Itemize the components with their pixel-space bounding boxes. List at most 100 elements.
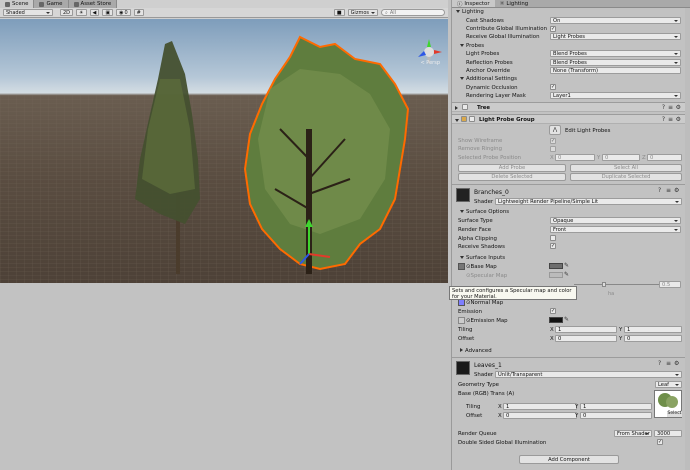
select-texture-button[interactable]: Select (667, 411, 682, 417)
render-face-dropdown[interactable]: Front (550, 226, 681, 233)
shader-dropdown[interactable]: Lightweight Render Pipeline/Simple Lit (495, 198, 682, 205)
help-icon[interactable]: ? (658, 187, 661, 194)
scene-viewport[interactable]: < Persp (0, 19, 448, 283)
help-icon[interactable]: ? (662, 116, 665, 123)
camera-icon: ■ (336, 9, 342, 16)
gear-icon[interactable]: ⚙ (674, 187, 679, 194)
contribute-gi-checkbox[interactable]: ✓ (550, 26, 556, 32)
cast-shadows-dropdown[interactable]: On (550, 17, 681, 24)
gizmos-dropdown[interactable]: Gizmos (347, 9, 378, 16)
delete-selected-button[interactable]: Delete Selected (458, 173, 566, 181)
preset-icon[interactable]: ≡ (666, 360, 671, 367)
probe-z-field[interactable]: 0 (647, 154, 682, 161)
emission-color-swatch[interactable] (549, 317, 563, 323)
tiling-y-field[interactable]: 1 (624, 326, 682, 333)
render-queue-field[interactable]: 3000 (654, 430, 682, 437)
duplicate-selected-button[interactable]: Duplicate Selected (570, 173, 682, 181)
gear-icon[interactable]: ⚙ (676, 116, 681, 123)
tiling-y-field[interactable]: 1 (580, 403, 652, 410)
tiling-x-field[interactable]: 1 (503, 403, 577, 410)
eyedropper-icon[interactable]: ✎ (564, 271, 569, 278)
additional-settings-foldout[interactable]: Additional Settings (460, 76, 517, 82)
base-texture-slot[interactable]: Select (654, 390, 682, 418)
preset-icon[interactable]: ≡ (668, 116, 673, 123)
shader-dropdown[interactable]: Unlit/Transparent (495, 371, 682, 378)
perspective-label[interactable]: < Persp (420, 60, 440, 66)
inspector-scrollbar[interactable] (685, 8, 690, 470)
material-branches-header[interactable]: Branches_0 ? ≡ ⚙ Shader Lightweight Rend… (452, 184, 685, 208)
gear-icon[interactable]: ⚙ (674, 360, 679, 367)
anchor-override-field[interactable]: None (Transform) (550, 67, 681, 74)
reflection-probes-dropdown[interactable]: Blend Probes (550, 59, 681, 66)
preset-icon[interactable]: ≡ (668, 104, 673, 111)
hidden-objects-toggle[interactable]: ◉ 0 (116, 9, 131, 16)
offset-x-label: X (498, 413, 502, 419)
receive-gi-dropdown[interactable]: Light Probes (550, 33, 681, 40)
tab-lighting[interactable]: ☼ Lighting (495, 0, 534, 7)
probes-foldout[interactable]: Probes (460, 43, 484, 49)
eyedropper-icon[interactable]: ✎ (564, 262, 569, 269)
offset-x-field[interactable]: 0 (555, 335, 617, 342)
tiling-x-field[interactable]: 1 (555, 326, 617, 333)
show-wireframe-checkbox[interactable]: ✓ (550, 138, 556, 144)
alpha-clipping-checkbox[interactable] (550, 235, 556, 241)
light-probes-dropdown[interactable]: Blend Probes (550, 50, 681, 57)
render-queue-mode-dropdown[interactable]: From Shader (614, 430, 652, 437)
tab-inspector[interactable]: ⓘ Inspector (452, 0, 495, 8)
offset-y-field[interactable]: 0 (580, 412, 652, 419)
receive-shadows-checkbox[interactable]: ✓ (550, 243, 556, 249)
rendering-layer-dropdown[interactable]: Layer1 (550, 92, 681, 99)
help-icon[interactable]: ? (658, 360, 661, 367)
gear-icon[interactable]: ⚙ (676, 104, 681, 111)
probe-x-field[interactable]: 0 (555, 154, 595, 161)
tab-asset-store[interactable]: Asset Store (68, 0, 118, 8)
specular-color-swatch[interactable] (549, 272, 563, 278)
scene-icon (5, 1, 10, 7)
smoothness-slider[interactable] (574, 284, 664, 285)
probe-y-field[interactable]: 0 (602, 154, 640, 161)
light-probe-enabled-checkbox[interactable] (469, 116, 475, 122)
fold-closed-icon (455, 106, 458, 110)
emission-map-texture-slot[interactable] (458, 317, 465, 324)
remove-ringing-checkbox[interactable] (550, 146, 556, 152)
edit-light-probes-button[interactable]: ⋀ (549, 125, 561, 135)
offset-x-field[interactable]: 0 (503, 412, 577, 419)
camera-settings-button[interactable]: ■ (333, 9, 345, 16)
tab-scene[interactable]: Scene (0, 0, 35, 8)
emission-checkbox[interactable]: ✓ (550, 308, 556, 314)
audio-toggle[interactable]: ◀ (89, 9, 100, 16)
effects-dropdown[interactable]: ▣ (102, 9, 114, 16)
select-all-button[interactable]: Select All (570, 164, 682, 172)
preset-icon[interactable]: ≡ (666, 187, 671, 194)
chevron-down-icon (371, 11, 375, 14)
help-icon[interactable]: ? (662, 104, 665, 111)
add-component-button[interactable]: Add Component (519, 455, 619, 464)
normal-map-texture-slot[interactable] (458, 299, 465, 306)
material-leaves-header[interactable]: Leaves_1 ? ≡ ⚙ Shader Unlit/Transparent (452, 357, 685, 381)
advanced-foldout[interactable]: Advanced (460, 348, 492, 354)
tree-component-header[interactable]: Tree ? ≡ ⚙ (452, 102, 685, 112)
eyedropper-icon[interactable]: ✎ (564, 316, 569, 323)
surface-type-dropdown[interactable]: Opaque (550, 217, 681, 224)
base-color-swatch[interactable] (549, 263, 563, 269)
dynamic-occlusion-checkbox[interactable]: ✓ (550, 84, 556, 90)
scene-search-input[interactable]: ⌕ All (381, 9, 445, 16)
smoothness-slider-handle[interactable] (602, 282, 606, 287)
lighting-foldout[interactable]: Lighting (456, 9, 484, 15)
smoothness-field[interactable]: 0.5 (659, 281, 681, 288)
tab-game[interactable]: Game (34, 0, 69, 8)
x-label: X (550, 155, 554, 161)
offset-y-field[interactable]: 0 (624, 335, 682, 342)
double-sided-gi-checkbox[interactable]: ✓ (657, 439, 663, 445)
lighting-toggle[interactable]: ☀ (76, 9, 87, 16)
grid-toggle[interactable]: # (133, 9, 144, 16)
surface-options-foldout[interactable]: Surface Options (460, 209, 509, 215)
base-map-texture-slot[interactable] (458, 263, 465, 270)
geometry-type-dropdown[interactable]: Leaf (655, 381, 682, 388)
shading-mode-dropdown[interactable]: Shaded (3, 9, 53, 16)
light-probe-group-header[interactable]: Light Probe Group ? ≡ ⚙ (452, 114, 685, 124)
leaf-texture-thumbnail (658, 393, 678, 408)
add-probe-button[interactable]: Add Probe (458, 164, 566, 172)
surface-inputs-foldout[interactable]: Surface Inputs (460, 255, 505, 261)
2d-toggle[interactable]: 2D (60, 9, 74, 16)
